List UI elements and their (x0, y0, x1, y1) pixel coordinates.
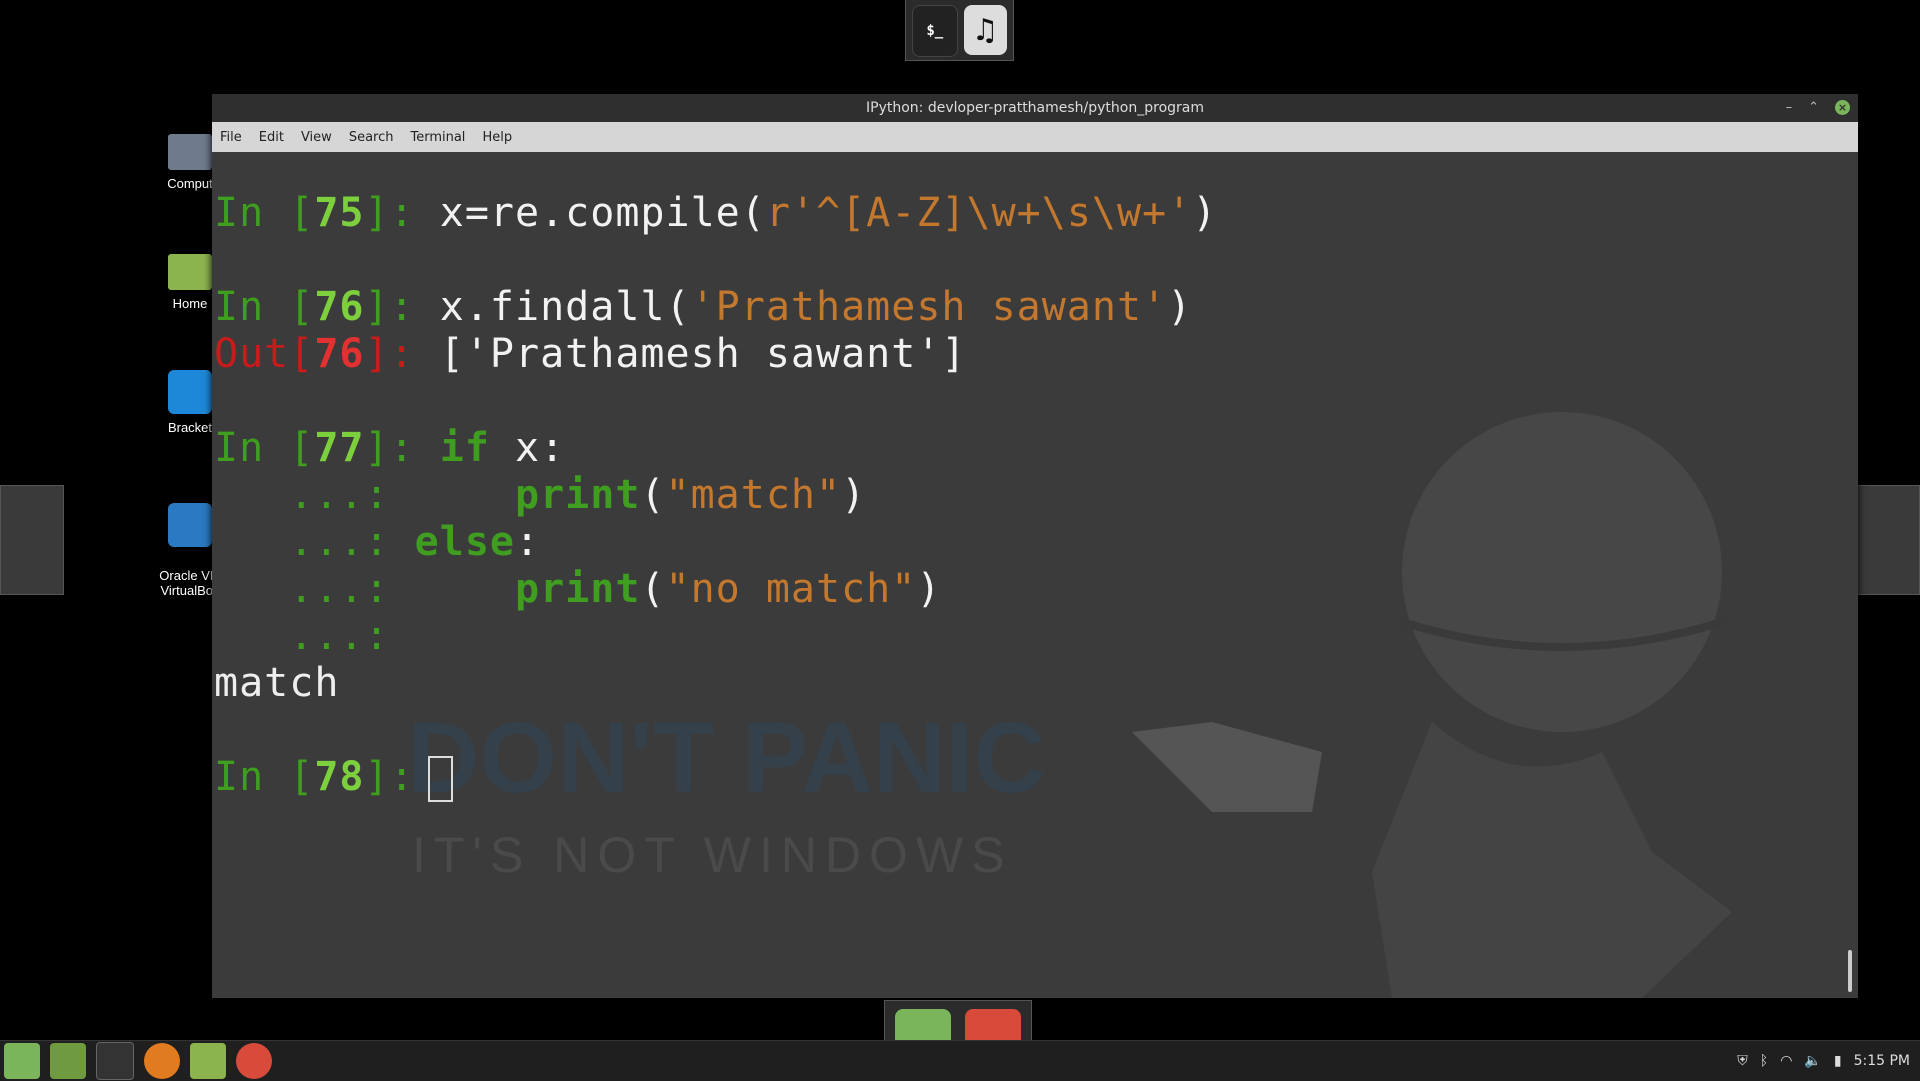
chrome-dock-icon[interactable] (965, 1009, 1021, 1041)
mintinstall-icon[interactable] (895, 1009, 951, 1041)
battery-icon[interactable]: ▮ (1834, 1053, 1842, 1069)
volume-icon[interactable]: 🔈 (1804, 1053, 1821, 1069)
maximize-button[interactable]: ⌃ (1808, 100, 1819, 115)
menu-bar: File Edit View Search Terminal Help (212, 122, 1858, 152)
continuation-line: ...: print("match") (214, 472, 867, 518)
robot-visor (1400, 618, 1724, 651)
firefox-icon[interactable] (144, 1043, 180, 1079)
clock[interactable]: 5:15 PM (1854, 1053, 1910, 1069)
menu-edit[interactable]: Edit (259, 130, 284, 145)
menu-help[interactable]: Help (482, 130, 512, 145)
desktop-icon-label: Home (172, 296, 208, 311)
top-dock: $_ ♫ (905, 0, 1014, 61)
right-side-panel (1856, 485, 1920, 595)
window-title: IPython: devloper-pratthamesh/python_pro… (866, 100, 1204, 116)
input-line-75: In [75]: x=re.compile(r'^[A-Z]\w+\s\w+') (214, 190, 1218, 236)
menu-view[interactable]: View (301, 130, 332, 145)
menu-file[interactable]: File (220, 130, 242, 145)
scrollbar-thumb[interactable] (1848, 950, 1852, 992)
mint-menu-icon[interactable] (4, 1043, 40, 1079)
bluetooth-icon[interactable]: ᛒ (1760, 1053, 1768, 1069)
input-line-78: In [78]: (214, 754, 440, 800)
wallpaper-text-not-windows: IT'S NOT WINDOWS (412, 827, 1013, 883)
minimize-button[interactable]: – (1786, 100, 1793, 115)
output-line-76: Out[76]: ['Prathamesh sawant'] (214, 331, 967, 377)
continuation-line: ...: (214, 613, 415, 659)
menu-terminal[interactable]: Terminal (410, 130, 465, 145)
show-desktop-icon[interactable] (50, 1043, 86, 1079)
text-cursor (428, 756, 453, 802)
terminal-launcher-icon[interactable]: $_ (912, 5, 958, 57)
wifi-icon[interactable]: ◠ (1780, 1053, 1792, 1069)
left-side-panel (0, 485, 64, 595)
brackets-icon (168, 370, 212, 414)
files-icon[interactable] (190, 1043, 226, 1079)
music-player-icon[interactable]: ♫ (963, 5, 1007, 55)
program-output: match (214, 660, 340, 706)
title-bar[interactable]: IPython: devloper-pratthamesh/python_pro… (212, 94, 1858, 122)
menu-search[interactable]: Search (349, 130, 394, 145)
taskbar: ⛨ ᛒ ◠ 🔈 ▮ 5:15 PM (0, 1040, 1920, 1081)
robot-body (1372, 722, 1732, 998)
terminal-content[interactable]: DON'T PANIC IT'S NOT WINDOWS In [75]: x=… (212, 152, 1858, 998)
input-line-76: In [76]: x.findall('Prathamesh sawant') (214, 284, 1193, 330)
terminal-taskbar-icon[interactable] (96, 1042, 134, 1080)
shield-icon[interactable]: ⛨ (1737, 1053, 1748, 1069)
input-line-77: In [77]: if x: (214, 425, 566, 471)
robot-hand (1132, 722, 1322, 812)
chrome-icon[interactable] (236, 1043, 272, 1079)
home-folder-icon (168, 254, 212, 290)
robot-head (1402, 412, 1722, 732)
wallpaper-text-dont-panic: DON'T PANIC (407, 702, 1046, 814)
bottom-dock (884, 1000, 1032, 1041)
computer-icon (168, 134, 212, 170)
close-button[interactable]: × (1835, 100, 1850, 115)
continuation-line: ...: print("no match") (214, 566, 942, 612)
system-tray: ⛨ ᛒ ◠ 🔈 ▮ 5:15 PM (1737, 1041, 1910, 1081)
desktop-icon-label: Comput (167, 176, 213, 191)
continuation-line: ...: else: (214, 519, 541, 565)
terminal-window: IPython: devloper-pratthamesh/python_pro… (212, 94, 1858, 998)
desktop-icon-label: Bracket (167, 420, 213, 435)
virtualbox-icon (168, 503, 212, 547)
